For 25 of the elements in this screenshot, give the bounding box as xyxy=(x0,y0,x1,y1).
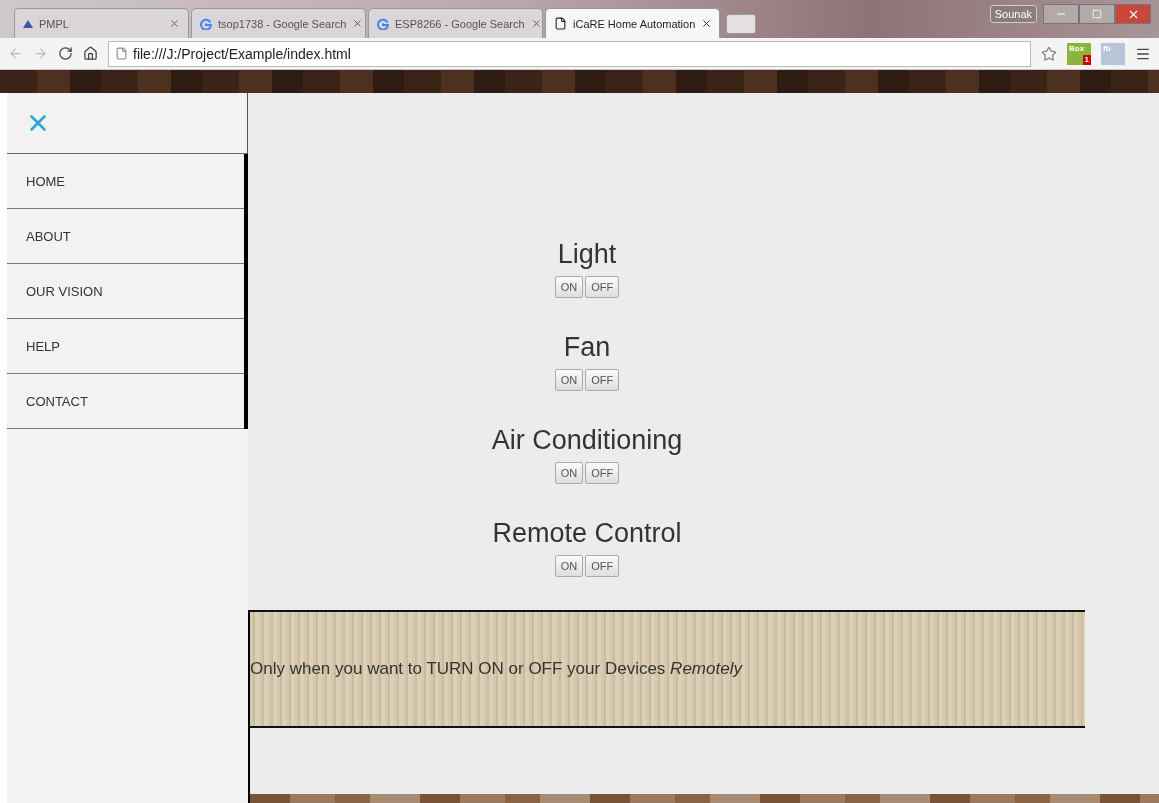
toggle-button[interactable]: OFF xyxy=(585,462,620,484)
toggle-button[interactable]: ON xyxy=(554,462,584,484)
browser-tab[interactable]: tsop1738 - Google Search xyxy=(191,8,366,38)
banner-text: Only when you want to TURN ON or OFF your Devices Remotely xyxy=(250,659,742,679)
device-name: Fan xyxy=(563,331,611,363)
toggle-button[interactable]: ON xyxy=(554,276,584,298)
toggle-button[interactable]: ON xyxy=(554,555,584,577)
device-name: Remote Control xyxy=(492,517,682,549)
nav-link[interactable]: CONTACT xyxy=(7,374,244,429)
nav-link[interactable]: HELP xyxy=(7,319,244,374)
device-name: Light xyxy=(557,238,617,270)
toggle-button[interactable]: OFF xyxy=(585,369,620,391)
toggle-button[interactable]: ON xyxy=(554,369,584,391)
toggle-button[interactable]: OFF xyxy=(585,276,620,298)
browser-tab[interactable]: ESP8266 - Google Search xyxy=(368,8,543,38)
browser-tab[interactable]: iCaRE Home Automation xyxy=(545,8,720,38)
address-bar[interactable]: file:///J:/Project/Example/index.html xyxy=(108,40,1031,67)
toggle-button[interactable]: OFF xyxy=(585,555,620,577)
nav-link[interactable]: OUR VISION xyxy=(7,264,244,319)
device-name: Air Conditioning xyxy=(491,424,683,456)
user-name[interactable]: Sounak xyxy=(989,5,1037,23)
nav-link[interactable]: ABOUT xyxy=(7,209,244,264)
extension-icon[interactable]: Box 1 xyxy=(1067,42,1091,65)
nav-link[interactable]: HOME xyxy=(7,154,244,209)
browser-tab[interactable]: PMPL xyxy=(14,8,189,38)
